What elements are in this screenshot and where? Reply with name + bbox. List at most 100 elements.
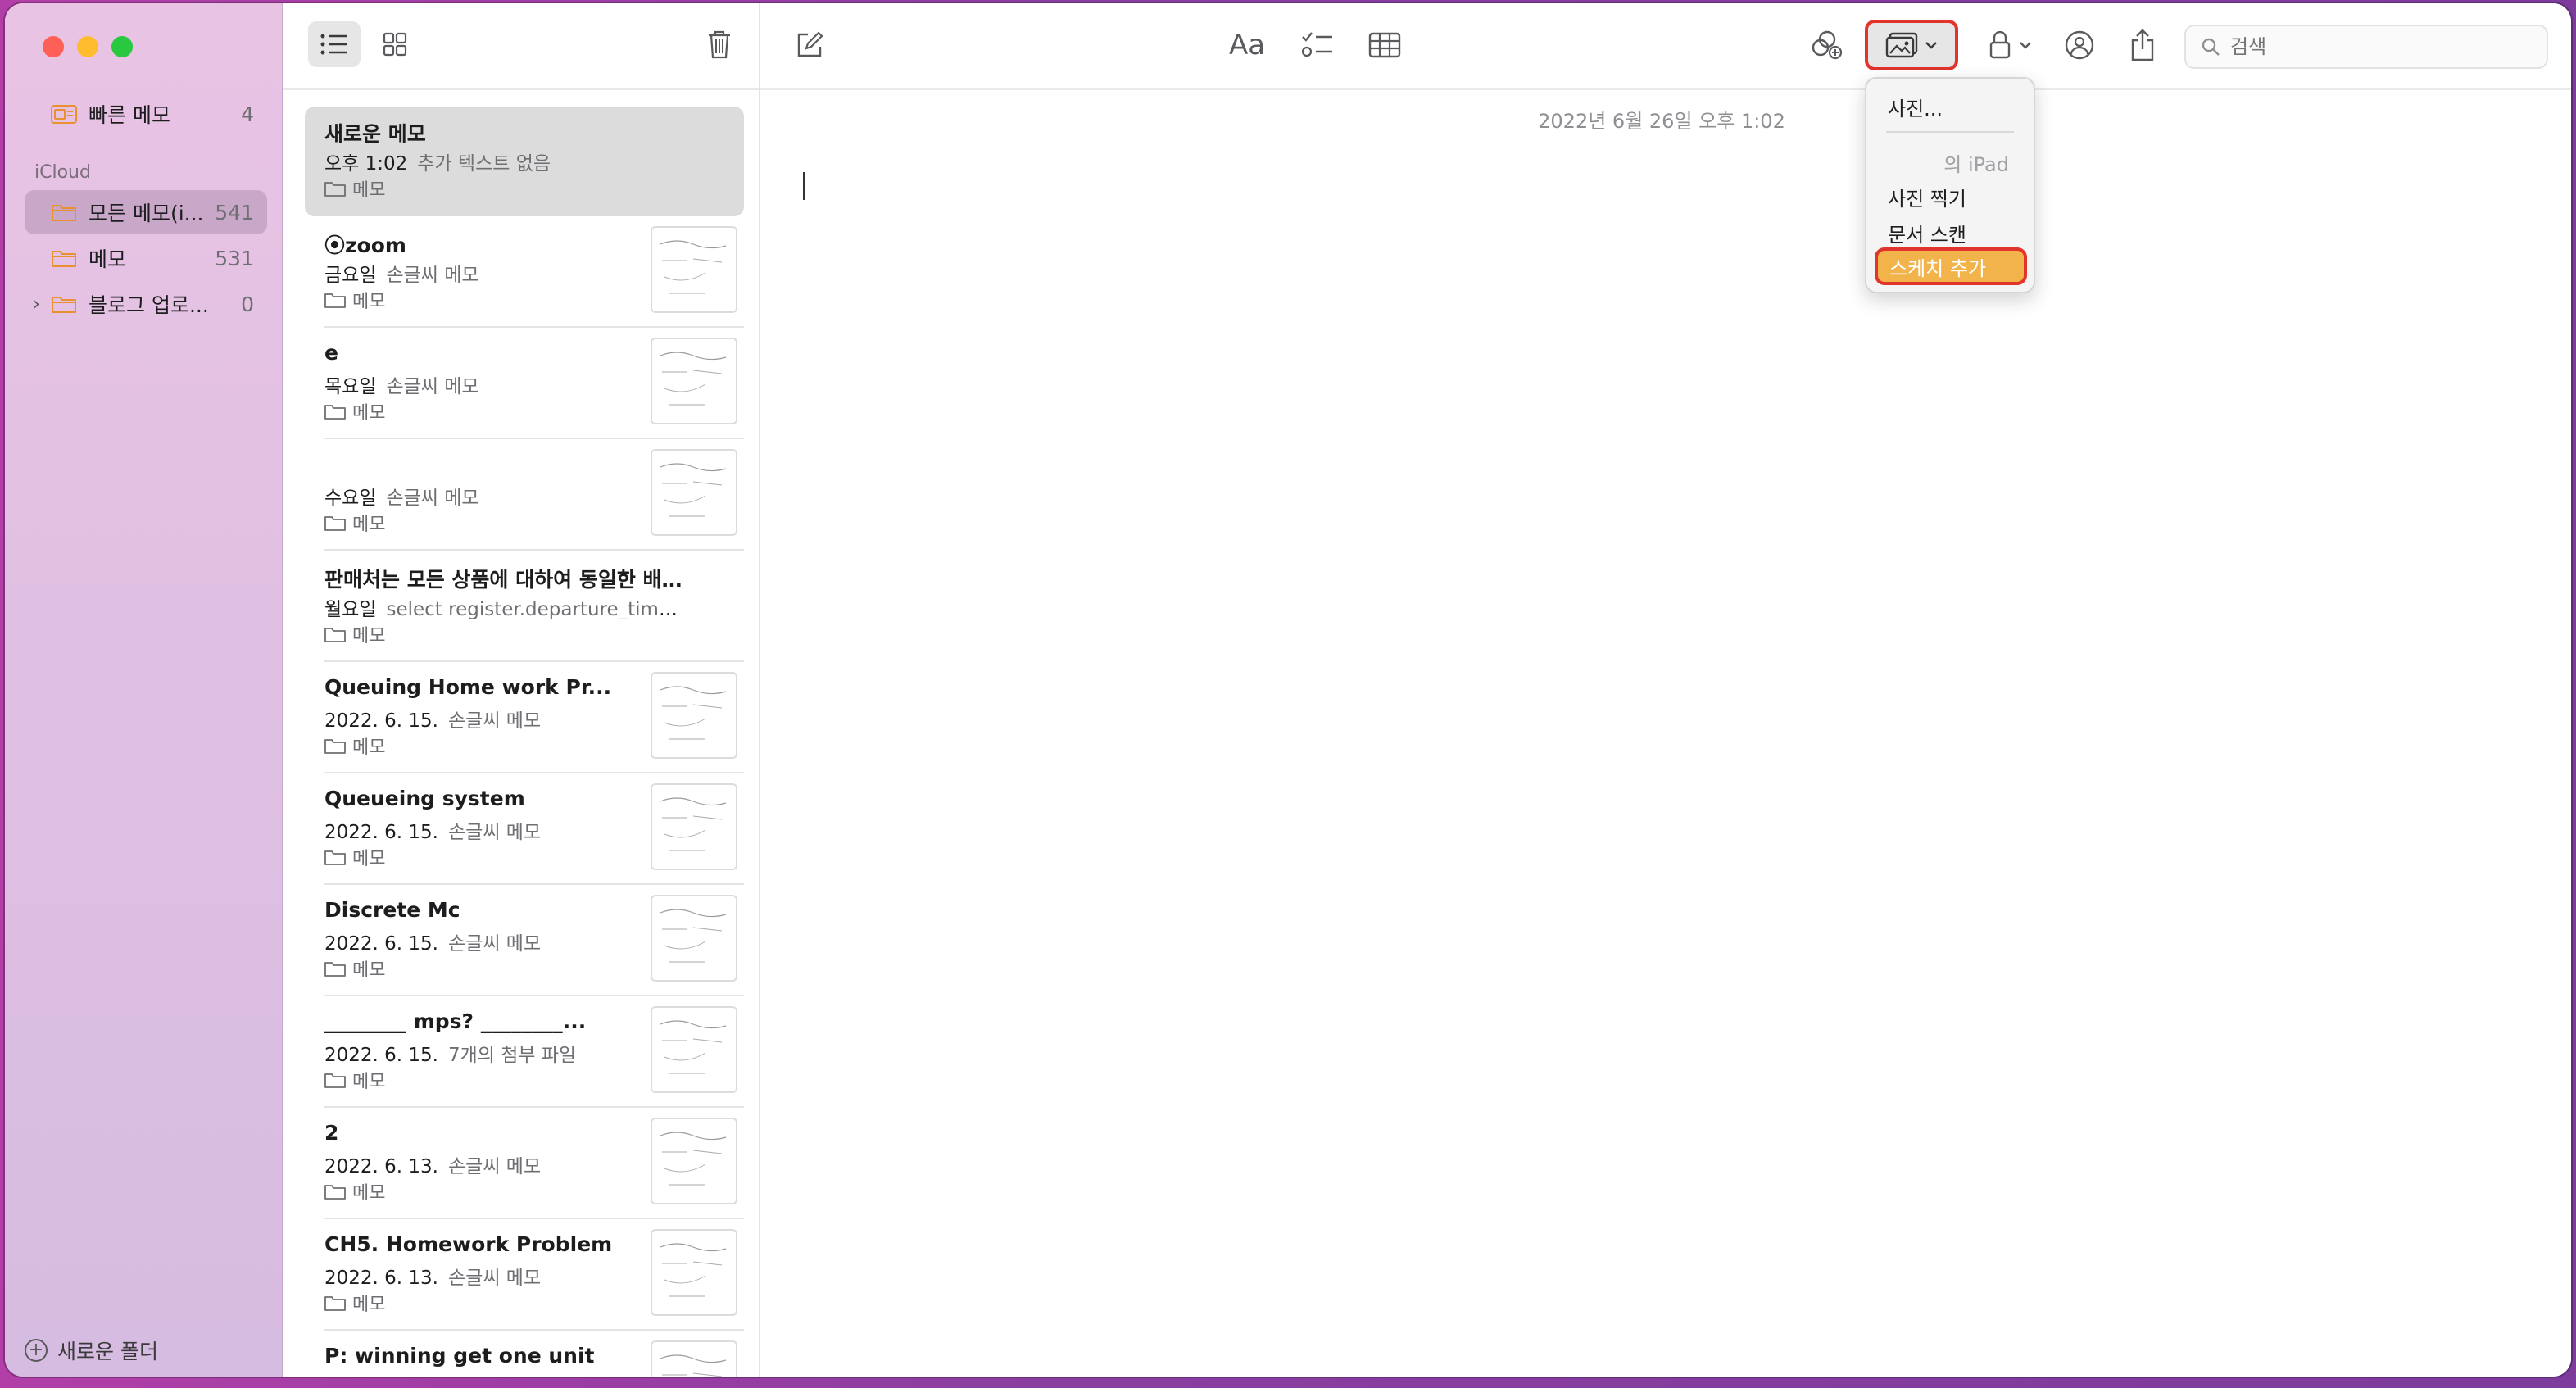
row-divider	[324, 995, 744, 996]
note-folder-label: 메모	[352, 1072, 386, 1092]
note-title: 판매처는 모든 상품에 대하여 동일한 배송...	[324, 568, 685, 592]
note-folder-label: 메모	[352, 515, 386, 535]
note-list-item[interactable]: P: winning get one unit	[305, 1332, 744, 1377]
note-list-item[interactable]: 새로운 메모 오후 1:02 추가 텍스트 없음메모	[305, 107, 744, 216]
note-title: Queueing system	[324, 787, 525, 810]
folder-icon	[324, 962, 346, 977]
gallery-view-button[interactable]	[369, 21, 421, 67]
note-preview: 손글씨 메모	[448, 1268, 542, 1288]
note-list-item[interactable]: Queueing system 2022. 6. 15. 손글씨 메모메모	[305, 775, 744, 885]
table-button[interactable]	[1368, 25, 1401, 66]
note-date: 월요일	[324, 599, 377, 619]
disclosure-chevron-icon[interactable]: ›	[33, 294, 40, 315]
note-title: 새로운 메모	[324, 122, 426, 146]
menu-item-scan-document[interactable]: 문서 스캔	[1866, 216, 2034, 249]
note-preview: 손글씨 메모	[448, 822, 542, 842]
sketch-preview-icon	[660, 686, 727, 740]
folder-icon	[52, 297, 76, 313]
sidebar-item-blog-upload[interactable]: › 블로그 업로... 0	[25, 282, 267, 326]
search-input[interactable]	[2230, 35, 2525, 58]
folder-icon	[324, 293, 346, 308]
note-folder-label: 메모	[352, 737, 386, 758]
new-folder-button[interactable]: + 새로운 폴더	[25, 1336, 158, 1365]
note-date: 오후 1:02	[324, 153, 408, 174]
note-thumbnail	[651, 1006, 737, 1093]
note-list-item[interactable]: 판매처는 모든 상품에 대하여 동일한 배송... 월요일 select regis…	[305, 552, 744, 662]
note-list-item[interactable]: 2 2022. 6. 13. 손글씨 메모 메모	[305, 1109, 744, 1219]
sidebar: 빠른 메모 4 iCloud 모든 메모(i... 541 메모 531 › 블…	[5, 3, 283, 1377]
row-divider	[324, 883, 744, 885]
note-meta: 오후 1:02 추가 텍스트 없음	[324, 147, 685, 174]
note-list-item[interactable]: Discrete Mc 2022. 6. 15. 손글씨 메모 메모	[305, 887, 744, 996]
note-preview: 손글씨 메모	[448, 710, 542, 731]
sidebar-item-label: 빠른 메모	[88, 103, 170, 127]
sidebar-item-memo[interactable]: 메모 531	[25, 236, 267, 280]
note-list-item[interactable]: ________ mps? ________... 2022. 6. 15. 7개의…	[305, 998, 744, 1108]
note-preview: 7개의 첨부 파일	[448, 1045, 577, 1065]
list-view-button[interactable]	[308, 21, 361, 67]
note-date: 2022. 6. 15.	[324, 822, 438, 842]
new-note-button[interactable]	[795, 25, 824, 66]
note-list-item[interactable]: e 목요일 손글씨 메모 메모	[305, 329, 744, 439]
note-date: 2022. 6. 13.	[324, 1268, 438, 1288]
menu-item-add-sketch[interactable]: 스케치 추가	[1875, 247, 2027, 285]
menu-item-take-photo[interactable]: 사진 찍기	[1866, 180, 2034, 213]
compose-icon	[797, 31, 823, 57]
share-button[interactable]	[2130, 25, 2155, 66]
sidebar-item-all-notes[interactable]: 모든 메모(i... 541	[25, 190, 267, 234]
note-title: Discrete Mc	[324, 898, 460, 922]
folder-icon	[324, 739, 346, 754]
close-window-button[interactable]	[43, 36, 64, 57]
sidebar-item-label: 블로그 업로...	[88, 293, 209, 317]
note-date: 2022. 6. 15.	[324, 933, 438, 954]
menu-item-photos[interactable]: 사진...	[1866, 90, 2034, 123]
zoom-window-button[interactable]	[111, 36, 133, 57]
share-collaborators-button[interactable]	[2063, 25, 2096, 66]
sketch-preview-icon	[660, 1243, 727, 1297]
note-preview: select register.departure_time...	[386, 599, 685, 619]
note-meta: 2022. 6. 15. 손글씨 메모	[324, 705, 685, 731]
note-date: 2022. 6. 15.	[324, 710, 438, 731]
folder-icon	[324, 628, 346, 642]
folder-icon	[324, 850, 346, 865]
menu-separator	[1886, 131, 2014, 133]
sketch-preview-icon	[660, 909, 727, 963]
media-button[interactable]	[1865, 20, 1958, 70]
note-list-item[interactable]: Queuing Home work Pr... 2022. 6. 15. 손글씨 메…	[305, 664, 744, 773]
note-preview: 손글씨 메모	[386, 488, 479, 508]
sidebar-item-count: 4	[241, 102, 254, 126]
menu-item-device-header: 의 iPad	[1943, 152, 2009, 176]
note-meta: 금요일 손글씨 메모	[324, 259, 685, 285]
folder-icon	[324, 1296, 346, 1311]
note-date-stamp: 2022년 6월 26일 오후 1:02	[1538, 110, 1785, 133]
collaborate-button[interactable]	[1809, 25, 1844, 66]
note-list-item[interactable]: CH5. Homework Problem 2022. 6. 13. 손글씨 메모 메…	[305, 1221, 744, 1331]
share-icon	[2131, 29, 2154, 61]
sidebar-item-quick-notes[interactable]: 빠른 메모 4	[25, 92, 267, 136]
minimize-window-button[interactable]	[77, 36, 98, 57]
note-folder: 메모	[324, 175, 736, 202]
note-folder-label: 메모	[352, 180, 386, 201]
note-list-item[interactable]: 수요일 손글씨 메모 메모	[305, 441, 744, 551]
note-list-item[interactable]: ⦿zoom 금요일 손글씨 메모 메모	[305, 218, 744, 328]
checklist-icon	[1301, 32, 1332, 57]
note-thumbnail	[651, 226, 737, 313]
note-list-toolbar	[283, 3, 759, 90]
note-meta: 2022. 6. 15. 손글씨 메모	[324, 816, 685, 842]
search-icon	[2202, 38, 2220, 56]
format-button[interactable]: Aa	[1229, 25, 1265, 66]
search-field[interactable]	[2184, 25, 2548, 69]
sketch-preview-icon	[660, 1354, 727, 1377]
row-divider	[324, 1218, 744, 1219]
note-title: ________ mps? ________...	[324, 1009, 587, 1033]
window-controls	[43, 36, 133, 57]
lock-button[interactable]	[1989, 25, 2032, 66]
note-thumbnail	[651, 672, 737, 759]
note-editor: Aa 검색 2022년 6월 26일 오후 1:02 사진... 의 iPad …	[760, 3, 2571, 1377]
note-preview: 손글씨 메모	[386, 376, 479, 397]
note-folder-label: 메모	[352, 403, 386, 424]
checklist-button[interactable]	[1301, 25, 1334, 66]
text-cursor[interactable]	[803, 172, 805, 200]
note-folder-label: 메모	[352, 849, 386, 869]
delete-note-button[interactable]	[693, 21, 746, 67]
